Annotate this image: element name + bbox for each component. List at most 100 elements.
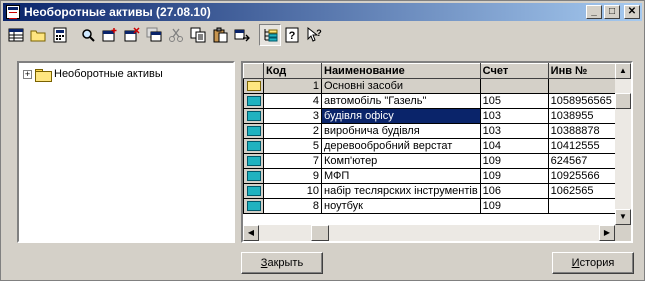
tree-view-button[interactable] [259,24,281,46]
cell-account[interactable] [479,78,549,94]
cell-account[interactable]: 103 [479,123,549,139]
row-indicator[interactable] [243,108,264,124]
table-row[interactable]: 1 Основні засоби [243,78,625,94]
history-button[interactable]: История [552,252,634,274]
row-indicator[interactable] [243,198,264,214]
cell-name[interactable]: будівля офісу [321,108,481,124]
cell-inventory[interactable]: 1058956565 [547,93,625,109]
table-row[interactable]: 7 Комп'ютер 109 624567 [243,153,625,169]
move-button[interactable] [231,24,253,46]
minimize-button[interactable]: _ [586,5,602,19]
scroll-right-button[interactable]: ▶ [599,225,615,241]
paste-icon [213,27,228,43]
cell-inventory[interactable]: 1062565 [547,183,625,199]
row-indicator[interactable] [243,93,264,109]
cell-code[interactable]: 2 [263,123,322,139]
cell-code[interactable]: 7 [263,153,322,169]
cell-name[interactable]: виробнича будівля [321,123,481,139]
tree-node-label: Необоротные активы [54,68,163,80]
close-button-label: акрыть [267,257,304,269]
cell-inventory[interactable] [547,198,625,214]
cell-account[interactable]: 106 [479,183,549,199]
cell-name[interactable]: Комп'ютер [321,153,481,169]
folder-button[interactable] [27,24,49,46]
find-button[interactable] [77,24,99,46]
add-row-button[interactable] [99,24,121,46]
row-indicator[interactable] [243,168,264,184]
scroll-down-button[interactable]: ▼ [615,209,631,225]
vertical-scroll-thumb[interactable] [615,93,631,109]
scroll-left-button[interactable]: ◀ [243,225,259,241]
cell-code[interactable]: 5 [263,138,322,154]
cell-code[interactable]: 8 [263,198,322,214]
column-header-code[interactable]: Код [263,63,322,79]
horizontal-scrollbar[interactable]: ◀ ▶ [243,225,615,241]
main-window: Необоротные активы (27.08.10) _ □ ✕ ? ? … [0,0,645,281]
close-button[interactable]: Закрыть [241,252,323,274]
cut-button[interactable] [165,24,187,46]
cell-code[interactable]: 3 [263,108,322,124]
table-row[interactable]: 10 набір теслярских інструментів 106 106256… [243,183,625,199]
cell-inventory[interactable]: 1038955 [547,108,625,124]
cell-code[interactable]: 9 [263,168,322,184]
table-row[interactable]: 5 деревообробний верстат 104 10412555 [243,138,625,154]
cell-inventory[interactable]: 624567 [547,153,625,169]
paste-button[interactable] [209,24,231,46]
table-row[interactable]: 8 ноутбук 109 [243,198,625,214]
copy-button[interactable] [187,24,209,46]
calculator-button[interactable] [49,24,71,46]
vertical-scrollbar[interactable]: ▲ ▼ [615,63,631,225]
tree-panel[interactable]: + Необоротные активы [17,61,235,243]
cell-account[interactable]: 109 [479,198,549,214]
cell-inventory[interactable] [547,78,625,94]
cell-name[interactable]: набір теслярских інструментів [321,183,481,199]
cell-account[interactable]: 103 [479,108,549,124]
column-header-account[interactable]: Счет [479,63,549,79]
table-row[interactable]: 2 виробнича будівля 103 10388878 [243,123,625,139]
cell-account[interactable]: 104 [479,138,549,154]
delete-row-button[interactable] [121,24,143,46]
table-row[interactable]: 4 автомобіль "Газель" 105 1058956565 [243,93,625,109]
column-header-name[interactable]: Наименование [321,63,481,79]
close-window-button[interactable]: ✕ [624,5,640,19]
calculator-icon [53,27,67,43]
scroll-up-button[interactable]: ▲ [615,63,631,79]
maximize-button[interactable]: □ [604,5,620,19]
table-row[interactable]: 3 будівля офісу 103 1038955 [243,108,625,124]
cell-account[interactable]: 105 [479,93,549,109]
cell-inventory[interactable]: 10412555 [547,138,625,154]
expand-icon[interactable]: + [23,69,32,79]
cell-name[interactable]: автомобіль "Газель" [321,93,481,109]
cell-account[interactable]: 109 [479,168,549,184]
row-indicator[interactable] [243,183,264,199]
cell-code[interactable]: 1 [263,78,322,94]
row-indicator[interactable] [243,138,264,154]
cell-name[interactable]: ноутбук [321,198,481,214]
table-button[interactable] [5,24,27,46]
item-record-icon [246,125,261,136]
table-row[interactable]: 9 МФП 109 10925566 [243,168,625,184]
cell-name[interactable]: Основні засоби [321,78,481,94]
cell-inventory[interactable]: 10925566 [547,168,625,184]
add-row-icon [102,28,117,42]
move-icon [234,29,250,42]
cell-name[interactable]: деревообробний верстат [321,138,481,154]
row-indicator[interactable] [243,123,264,139]
item-record-icon [246,155,261,166]
cell-name[interactable]: МФП [321,168,481,184]
help-button[interactable]: ? [281,24,303,46]
row-indicator[interactable] [243,153,264,169]
assets-grid[interactable]: Код Наименование Счет Инв № 1 Основні зас… [241,61,633,243]
tree-node-root[interactable]: + Необоротные активы [23,67,163,82]
row-indicator-header[interactable] [243,63,264,79]
row-indicator[interactable] [243,78,264,94]
cell-code[interactable]: 4 [263,93,322,109]
horizontal-scroll-thumb[interactable] [311,225,329,241]
title-bar[interactable]: Необоротные активы (27.08.10) _ □ ✕ [3,3,642,21]
cell-inventory[interactable]: 10388878 [547,123,625,139]
column-header-inventory[interactable]: Инв № [547,63,625,79]
copy-row-button[interactable] [143,24,165,46]
cell-code[interactable]: 10 [263,183,322,199]
context-help-button[interactable]: ? [303,24,325,46]
cell-account[interactable]: 109 [479,153,549,169]
